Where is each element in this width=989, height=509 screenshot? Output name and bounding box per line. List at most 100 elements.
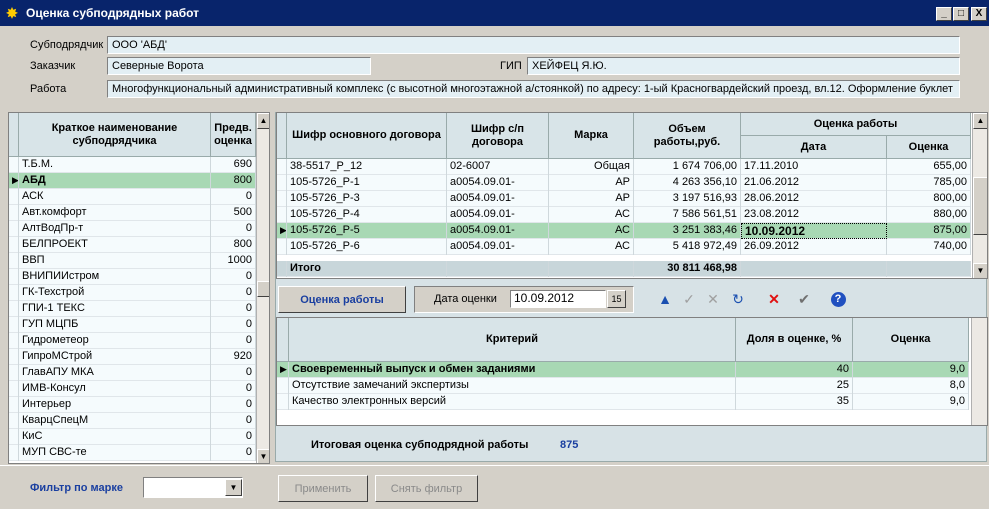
col-evaluation-group: Оценка работы <box>741 113 971 136</box>
col-score[interactable]: Оценка <box>887 136 971 159</box>
row-indicator <box>277 159 287 175</box>
subcontractor-row[interactable]: БЕЛПРОЕКТ 800 <box>9 237 256 253</box>
row-indicator <box>277 239 287 255</box>
date-label: Дата оценки <box>434 293 497 305</box>
subcontractor-row[interactable]: КварцСпецМ 0 <box>9 413 256 429</box>
mark: Общая <box>549 159 634 175</box>
subcontractor-name: ГипроМСтрой <box>19 349 211 365</box>
row-indicator <box>277 378 289 394</box>
criterion-row[interactable]: Отсутствие замечаний экспертизы 25 8,0 <box>277 378 969 394</box>
work-volume: 3 251 383,46 <box>634 223 741 239</box>
minimize-button[interactable]: _ <box>936 7 952 21</box>
evaluation-score: 875,00 <box>887 223 971 239</box>
scroll-thumb[interactable] <box>257 281 269 297</box>
subcontractor-row[interactable]: АлтВодПр-т 0 <box>9 221 256 237</box>
col-main-contract[interactable]: Шифр основного договора <box>287 113 447 159</box>
prior-record-icon[interactable]: ▲ <box>655 289 675 309</box>
col-volume[interactable]: Объем работы,руб. <box>634 113 741 159</box>
post-icon[interactable]: ✓ <box>679 289 699 309</box>
evaluation-date: 17.11.2010 <box>741 159 887 175</box>
col-criterion-score[interactable]: Оценка <box>853 318 969 362</box>
mark: АС <box>549 207 634 223</box>
preliminary-score: 0 <box>211 365 256 381</box>
subcontractor-row[interactable]: КиС 0 <box>9 429 256 445</box>
preliminary-score: 800 <box>211 173 256 189</box>
evaluation-score: 800,00 <box>887 191 971 207</box>
calendar-button[interactable]: 15 <box>607 290 626 308</box>
confirm-icon[interactable]: ✔ <box>794 289 814 309</box>
col-date[interactable]: Дата <box>741 136 887 159</box>
subcontractor-name: БЕЛПРОЕКТ <box>19 237 211 253</box>
scroll-up-arrow[interactable]: ▲ <box>973 113 987 129</box>
subcontractor-row[interactable]: ИМВ-Консул 0 <box>9 381 256 397</box>
scroll-thumb[interactable] <box>973 177 987 235</box>
clear-filter-button[interactable]: Снять фильтр <box>375 475 478 502</box>
row-indicator <box>277 191 287 207</box>
contract-row[interactable]: ▶ 105-5726_Р-5 а0054.09.01- АС 3 251 383,46 1… <box>277 223 971 239</box>
subcontractor-row[interactable]: ГК-Техстрой 0 <box>9 285 256 301</box>
col-mark[interactable]: Марка <box>549 113 634 159</box>
preliminary-score: 0 <box>211 317 256 333</box>
contract-row[interactable]: 38-5517_Р_12 02-6007 Общая 1 674 706,00 17.1… <box>277 159 971 175</box>
evaluate-work-button[interactable]: Оценка работы <box>278 286 406 313</box>
scroll-up-arrow[interactable]: ▲ <box>257 113 269 129</box>
sub-contract-code: а0054.09.01- <box>447 223 549 239</box>
col-criterion[interactable]: Критерий <box>289 318 736 362</box>
subcontractor-name: ВНИПИИстром <box>19 269 211 285</box>
subcontractor-name: ВВП <box>19 253 211 269</box>
help-icon[interactable]: ? <box>828 289 848 309</box>
criterion-row[interactable]: ▶ Своевременный выпуск и обмен заданиями 4… <box>277 362 969 378</box>
subcontractor-row[interactable]: ГлавАПУ МКА 0 <box>9 365 256 381</box>
evaluation-date-input[interactable]: 10.09.2012 <box>510 290 606 308</box>
contract-row[interactable]: 105-5726_Р-4 а0054.09.01- АС 7 586 561,51 23… <box>277 207 971 223</box>
main-contract-code: 105-5726_Р-5 <box>287 223 447 239</box>
criterion-row[interactable]: Качество электронных версий 35 9,0 <box>277 394 969 410</box>
dropdown-arrow-icon[interactable]: ▼ <box>225 479 242 496</box>
subcontractor-row[interactable]: ГУП МЦПБ 0 <box>9 317 256 333</box>
apply-filter-button[interactable]: Применить <box>278 475 368 502</box>
refresh-icon[interactable]: ↻ <box>728 289 748 309</box>
maximize-button[interactable]: □ <box>953 7 969 21</box>
contracts-scrollbar[interactable]: ▲ ▼ <box>972 113 987 278</box>
preliminary-score: 0 <box>211 221 256 237</box>
subcontractor-row[interactable]: Интерьер 0 <box>9 397 256 413</box>
row-indicator <box>9 445 19 461</box>
contract-row[interactable]: 105-5726_Р-1 а0054.09.01- АР 4 263 356,10 21… <box>277 175 971 191</box>
subcontractor-row[interactable]: ВВП 1000 <box>9 253 256 269</box>
final-score-value: 875 <box>560 439 579 451</box>
col-name-header[interactable]: Краткое наименование субподрядчика <box>19 113 211 157</box>
scroll-down-arrow[interactable]: ▼ <box>973 263 987 278</box>
preliminary-score: 0 <box>211 413 256 429</box>
subcontractor-row[interactable]: Авт.комфорт 500 <box>9 205 256 221</box>
preliminary-score: 1000 <box>211 253 256 269</box>
subcontractor-row[interactable]: ▶ АБД 800 <box>9 173 256 189</box>
subcontractor-row[interactable]: АСК 0 <box>9 189 256 205</box>
total-row: Итого 30 811 468,98 <box>277 261 971 277</box>
close-button[interactable]: X <box>971 7 987 21</box>
evaluation-date: 23.08.2012 <box>741 207 887 223</box>
col-sub-contract[interactable]: Шифр с/п договора <box>447 113 549 159</box>
scroll-down-arrow[interactable]: ▼ <box>257 449 269 463</box>
subcontractor-row[interactable]: Гидрометеор 0 <box>9 333 256 349</box>
criterion-name: Качество электронных версий <box>289 394 736 410</box>
contract-row[interactable]: 105-5726_Р-6 а0054.09.01- АС 5 418 972,49 26… <box>277 239 971 255</box>
col-share[interactable]: Доля в оценке, % <box>736 318 853 362</box>
delete-icon[interactable]: ✕ <box>764 289 784 309</box>
col-score-header[interactable]: Предв. оценка <box>211 113 256 157</box>
preliminary-score: 0 <box>211 429 256 445</box>
subcontractor-row[interactable]: ГПИ-1 ТЕКС 0 <box>9 301 256 317</box>
criterion-name: Своевременный выпуск и обмен заданиями <box>289 362 736 378</box>
subcontractor-row[interactable]: ГипроМСтрой 920 <box>9 349 256 365</box>
criteria-scrollbar[interactable] <box>971 318 987 425</box>
window-title: Оценка субподрядных работ <box>26 6 200 20</box>
subcontractor-row[interactable]: Т.Б.М. 690 <box>9 157 256 173</box>
left-scrollbar[interactable]: ▲ ▼ <box>256 113 269 463</box>
row-indicator: ▶ <box>277 362 289 378</box>
subcontractor-row[interactable]: МУП СВС-те 0 <box>9 445 256 461</box>
work-field: Многофункциональный административный ком… <box>107 80 960 98</box>
subcontractor-row[interactable]: ВНИПИИстром 0 <box>9 269 256 285</box>
contract-row[interactable]: 105-5726_Р-3 а0054.09.01- АР 3 197 516,93 28… <box>277 191 971 207</box>
preliminary-score: 0 <box>211 397 256 413</box>
mark: АС <box>549 223 634 239</box>
cancel-icon[interactable]: ✕ <box>703 289 723 309</box>
